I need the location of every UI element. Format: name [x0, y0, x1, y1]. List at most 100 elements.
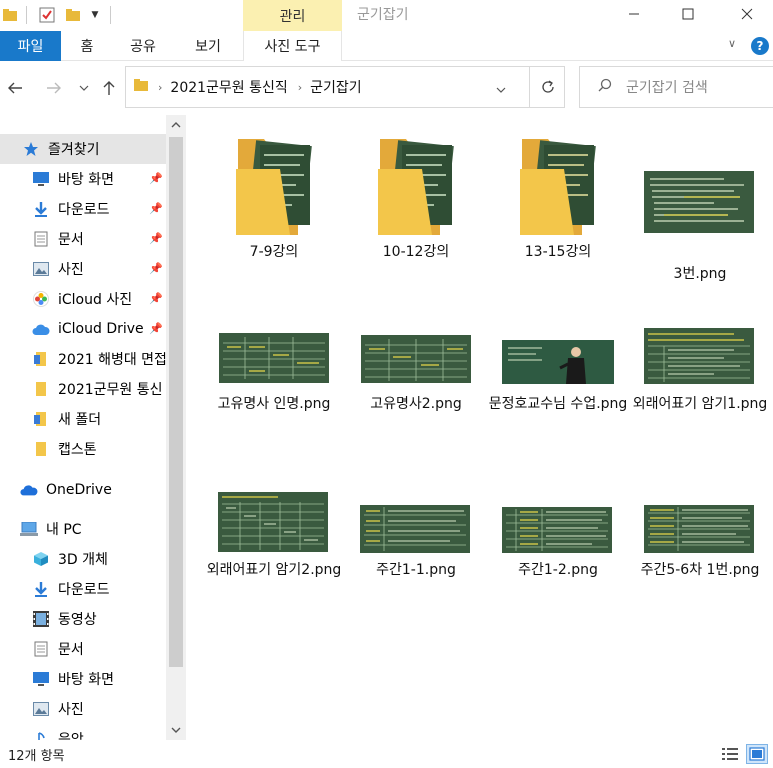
file-name: 외래어표기 암기2.png — [206, 562, 342, 578]
large-icons-view-button[interactable] — [746, 744, 768, 764]
nav-item-icloud-drive[interactable]: iCloud Drive 📌 — [0, 314, 166, 344]
chalkboard-thumbnail — [644, 505, 754, 553]
details-view-icon — [722, 748, 738, 760]
file-name: 주간5-6차 1번.png — [640, 562, 760, 578]
pin-icon: 📌 — [149, 232, 163, 245]
customize-toolbar-icon[interactable]: ▼ — [88, 5, 102, 25]
pictures-icon — [32, 260, 50, 278]
nav-item-documents[interactable]: 문서 📌 — [0, 224, 166, 254]
pc-icon — [20, 520, 38, 538]
nav-item-music[interactable]: 음악 — [0, 724, 166, 740]
chalkboard-thumbnail — [218, 492, 328, 552]
pin-icon: 📌 — [149, 292, 163, 305]
close-button[interactable] — [724, 0, 770, 27]
file-item-image[interactable]: 주간1-1.png — [345, 491, 487, 611]
tab-picture-tools[interactable]: 사진 도구 — [243, 30, 342, 61]
breadcrumb-separator-icon: › — [158, 80, 163, 94]
chalkboard-thumbnail — [360, 505, 470, 553]
3d-objects-icon — [32, 550, 50, 568]
chalkboard-thumbnail — [361, 335, 471, 383]
folder-icon — [236, 139, 312, 235]
search-placeholder: 군기잡기 검색 — [626, 80, 708, 96]
nav-item-desktop[interactable]: 바탕 화면 📌 — [0, 164, 166, 194]
nav-item-folder[interactable]: 2021군무원 통신 — [0, 374, 166, 404]
scroll-up-icon[interactable] — [166, 115, 186, 135]
tab-home[interactable]: 홈 — [70, 31, 104, 61]
file-item-image[interactable]: 3번.png — [629, 133, 771, 282]
expand-ribbon-icon[interactable]: ∨ — [728, 37, 736, 50]
properties-icon[interactable] — [37, 5, 57, 25]
file-name: 10-12강의 — [382, 244, 450, 260]
nav-item-documents[interactable]: 문서 — [0, 634, 166, 664]
item-count: 12개 항목 — [8, 748, 65, 764]
scrollbar-thumb[interactable] — [169, 137, 183, 667]
scroll-down-icon[interactable] — [166, 720, 186, 740]
nav-scrollbar[interactable] — [166, 115, 186, 740]
title-bar: ▼ 관리 군기잡기 — [0, 0, 773, 31]
nav-item-folder[interactable]: 캡스톤 — [0, 434, 166, 464]
nav-item-downloads[interactable]: 다운로드 — [0, 574, 166, 604]
file-item-image[interactable]: 주간1-2.png — [487, 491, 629, 611]
pictures-icon — [32, 700, 50, 718]
address-bar[interactable]: › 2021군무원 통신직 › 군기잡기 — [125, 66, 565, 108]
file-name: 문정호교수님 수업.png — [488, 396, 628, 412]
recent-locations-button[interactable] — [74, 76, 94, 100]
search-icon — [598, 78, 612, 96]
details-view-button[interactable] — [719, 744, 741, 764]
forward-button[interactable] — [44, 76, 64, 100]
file-item-folder[interactable]: 10-12강의 — [345, 133, 487, 273]
navigation-pane: 즐겨찾기 바탕 화면 📌 다운로드 📌 문서 📌 사진 📌 iCloud 사진 … — [0, 115, 186, 740]
nav-item-downloads[interactable]: 다운로드 📌 — [0, 194, 166, 224]
breadcrumb-item[interactable]: 군기잡기 — [310, 77, 362, 97]
tab-file[interactable]: 파일 — [0, 31, 61, 61]
download-icon — [32, 200, 50, 218]
folder-icon — [32, 350, 50, 368]
tab-share[interactable]: 공유 — [122, 31, 164, 61]
folder-icon — [134, 78, 148, 96]
pin-icon: 📌 — [149, 262, 163, 275]
help-icon[interactable]: ? — [751, 37, 769, 55]
folder-icon[interactable] — [2, 5, 18, 25]
file-name: 3번.png — [673, 266, 727, 282]
nav-item-folder[interactable]: 2021 해병대 면접 — [0, 344, 166, 374]
nav-item-videos[interactable]: 동영상 — [0, 604, 166, 634]
nav-item-icloud-photos[interactable]: iCloud 사진 📌 — [0, 284, 166, 314]
chalkboard-thumbnail — [644, 328, 754, 384]
back-button[interactable] — [5, 76, 25, 100]
file-item-image[interactable]: 외래어표기 암기1.png — [629, 327, 771, 447]
file-item-image[interactable]: 문정호교수님 수업.png — [487, 327, 629, 447]
nav-item-3d-objects[interactable]: 3D 개체 — [0, 544, 166, 574]
maximize-button[interactable] — [665, 0, 711, 27]
lecture-video-thumbnail — [502, 340, 614, 384]
nav-item-this-pc[interactable]: 내 PC — [0, 514, 166, 544]
nav-item-folder[interactable]: 새 폴더 — [0, 404, 166, 434]
file-name: 고유명사2.png — [370, 396, 462, 412]
file-item-folder[interactable]: 7-9강의 — [203, 133, 345, 273]
nav-item-quick-access[interactable]: 즐겨찾기 — [0, 134, 166, 164]
file-name: 13-15강의 — [524, 244, 592, 260]
arrow-left-icon — [8, 82, 22, 94]
search-input[interactable]: 군기잡기 검색 — [579, 66, 773, 108]
tab-view[interactable]: 보기 — [186, 31, 230, 61]
file-item-image[interactable]: 주간5-6차 1번.png — [629, 491, 771, 611]
up-button[interactable] — [99, 76, 119, 100]
address-dropdown-button[interactable] — [496, 82, 506, 98]
nav-item-desktop[interactable]: 바탕 화면 — [0, 664, 166, 694]
nav-item-onedrive[interactable]: OneDrive — [0, 475, 166, 505]
new-folder-icon[interactable] — [64, 5, 82, 25]
minimize-button[interactable] — [611, 0, 657, 27]
refresh-button[interactable] — [529, 66, 565, 108]
breadcrumb-item[interactable]: 2021군무원 통신직 — [170, 77, 287, 97]
star-icon — [22, 140, 40, 158]
download-icon — [32, 580, 50, 598]
file-item-folder[interactable]: 13-15강의 — [487, 133, 629, 273]
folder-icon — [32, 440, 50, 458]
folder-icon — [378, 139, 454, 235]
nav-item-pictures[interactable]: 사진 — [0, 694, 166, 724]
icloud-photos-icon — [32, 290, 50, 308]
file-item-image[interactable]: 외래어표기 암기2.png — [203, 491, 345, 611]
nav-item-pictures[interactable]: 사진 📌 — [0, 254, 166, 284]
file-item-image[interactable]: 고유명사2.png — [345, 327, 487, 447]
file-item-image[interactable]: 고유명사 인명.png — [203, 327, 345, 447]
folder-icon — [32, 410, 50, 428]
